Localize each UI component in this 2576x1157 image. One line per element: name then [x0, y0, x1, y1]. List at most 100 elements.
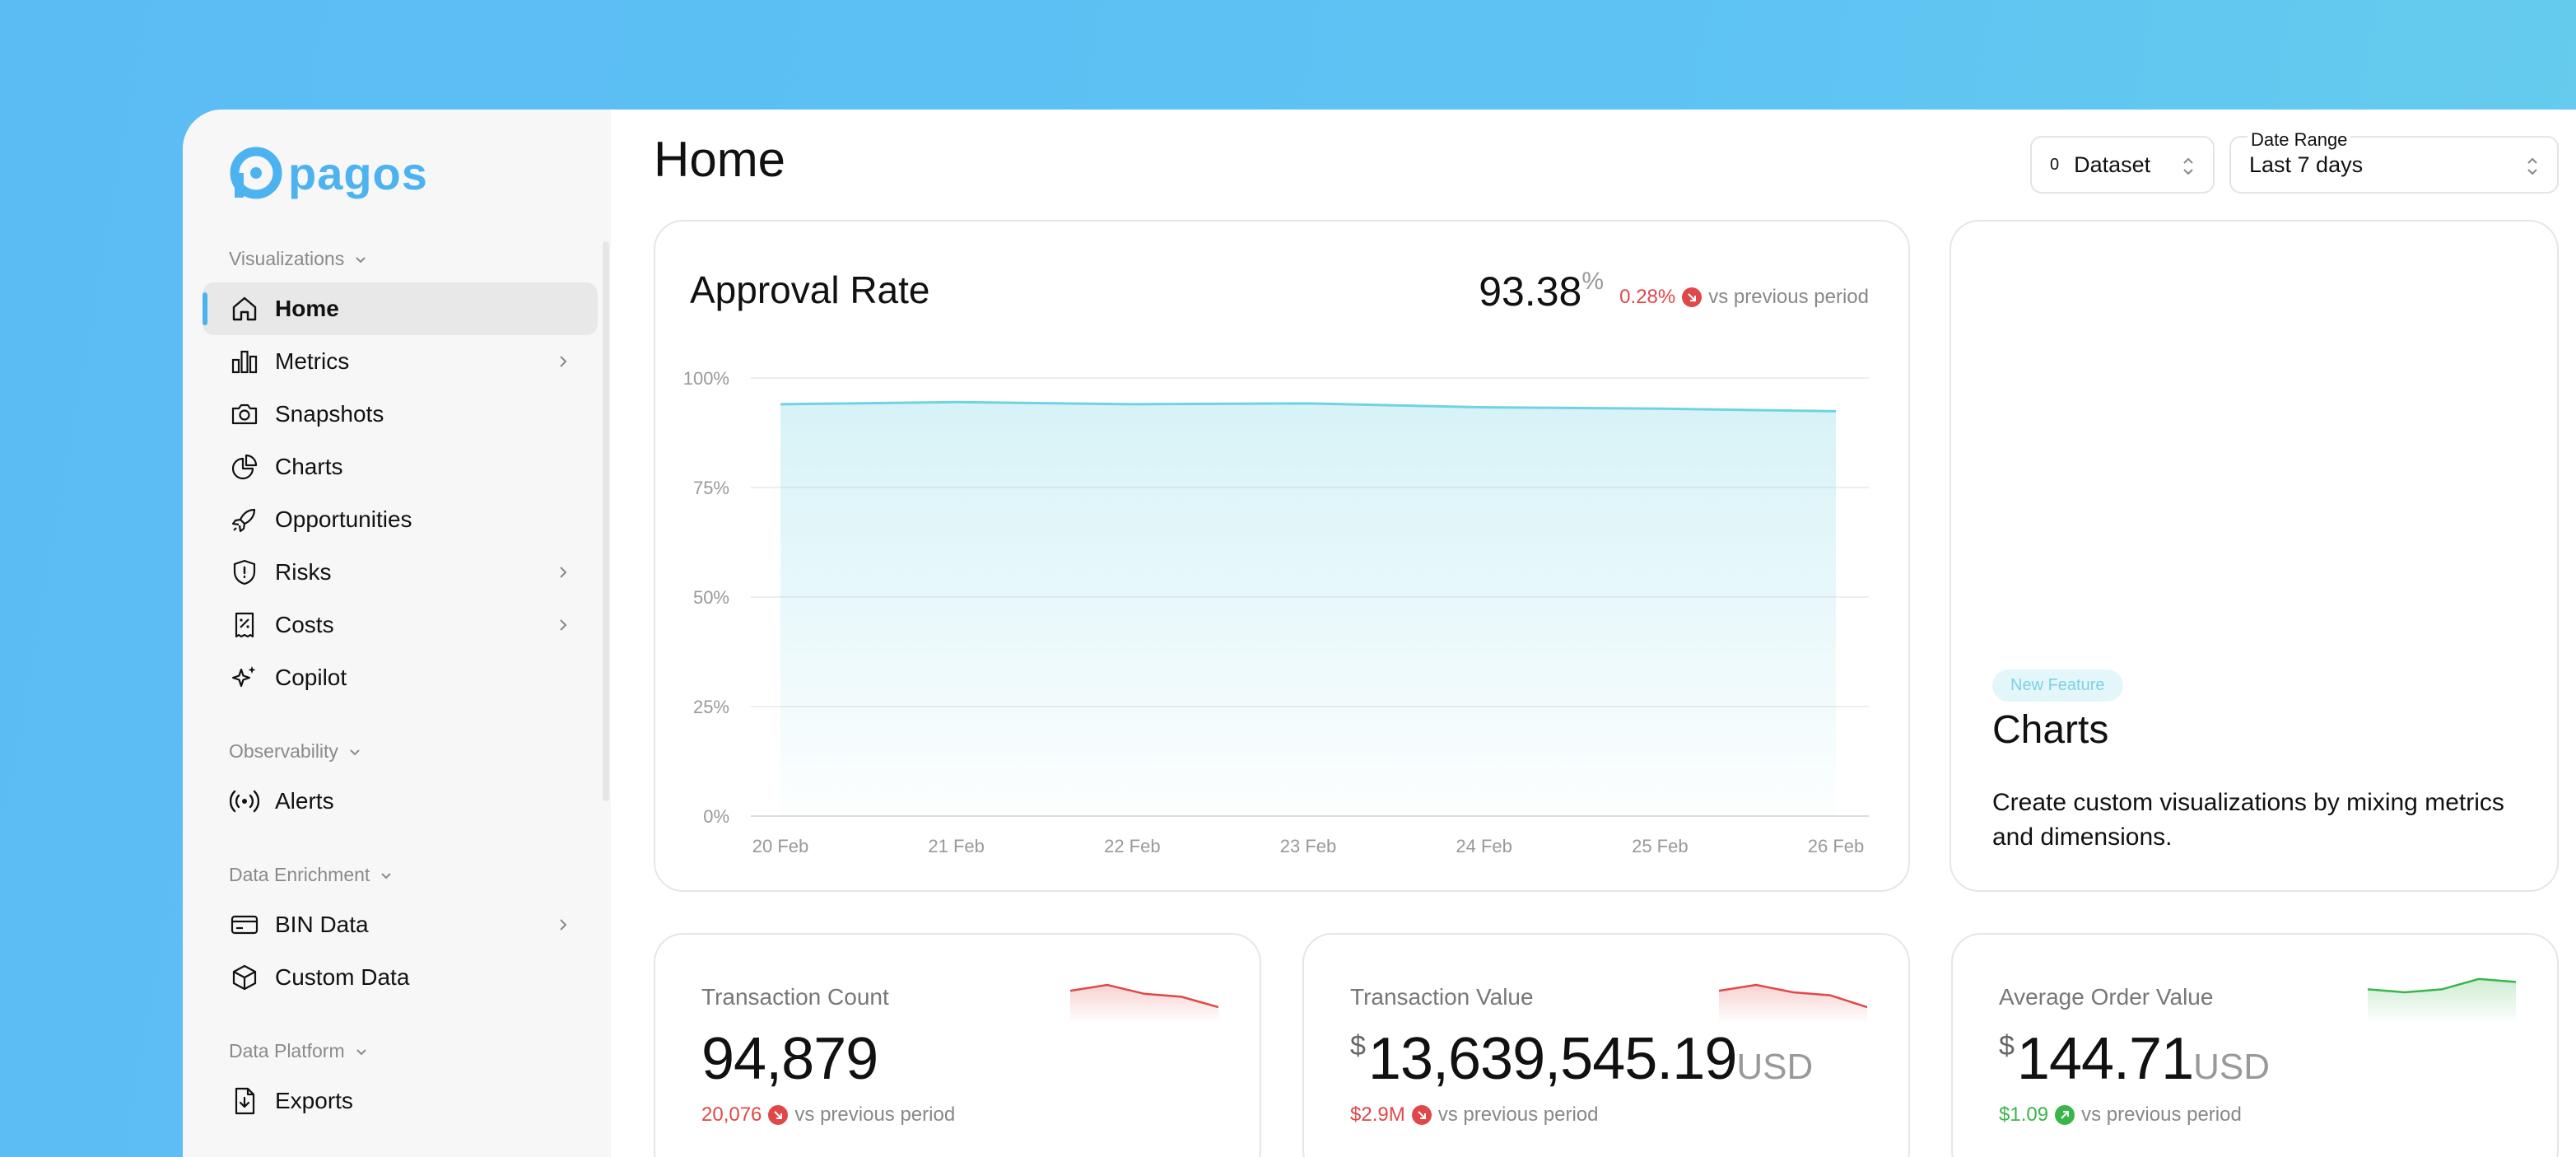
logo-text: pagos	[288, 147, 428, 199]
sidebar-item-metrics[interactable]: Metrics	[203, 335, 598, 388]
metric-label: Transaction Count	[701, 984, 889, 1010]
metric-delta: $2.9M vs previous period	[1350, 1103, 1598, 1127]
chevron-up-down-icon	[2183, 157, 2193, 175]
home-icon	[229, 293, 260, 324]
section-observability[interactable]: Observability	[229, 740, 363, 763]
logo[interactable]: pagos	[229, 146, 428, 200]
sidebar-item-costs[interactable]: Costs	[203, 599, 598, 651]
feature-description: Create custom visualizations by mixing m…	[1992, 789, 2504, 851]
sidebar-item-alerts[interactable]: Alerts	[203, 775, 598, 828]
metric-unit: USD	[2193, 1047, 2271, 1087]
pie-chart-icon	[229, 451, 260, 483]
metric-card-transaction-value[interactable]: Transaction Value $13,639,545.19USD $2.9…	[1302, 933, 1910, 1157]
sparkline	[1070, 983, 1218, 1024]
camera-icon	[229, 399, 260, 430]
sparkline-area	[1070, 985, 1218, 1024]
y-tick-label: 0%	[703, 806, 729, 827]
chevron-up-down-icon	[2527, 157, 2537, 175]
feature-card[interactable]: New Feature Charts Create custom visuali…	[1949, 220, 2559, 892]
metric-unit: USD	[1736, 1047, 1814, 1087]
broadcast-icon	[229, 786, 260, 817]
sidebar-scrollbar[interactable]	[603, 241, 609, 801]
sidebar-item-label: Alerts	[275, 788, 334, 814]
date-range-select[interactable]: Date Range Last 7 days	[2229, 129, 2559, 194]
delta-suffix: vs previous period	[2081, 1103, 2242, 1126]
y-tick-label: 100%	[683, 368, 729, 389]
sparkles-icon	[229, 662, 260, 693]
sparkline	[2368, 977, 2516, 1024]
sidebar-item-label: Opportunities	[275, 506, 412, 532]
sidebar-item-label: Metrics	[275, 348, 350, 374]
trend-down-icon	[768, 1105, 789, 1125]
chevron-down-icon	[381, 872, 392, 879]
x-tick-label: 22 Feb	[1104, 836, 1161, 856]
y-tick-label: 50%	[693, 587, 729, 608]
series-area	[780, 402, 1836, 816]
sparkline	[1719, 983, 1867, 1024]
delta-suffix: vs previous period	[1437, 1103, 1599, 1126]
metric-label: Transaction Value	[1350, 984, 1534, 1010]
section-visualizations[interactable]: Visualizations	[229, 248, 369, 270]
sidebar-item-custom-data[interactable]: Custom Data	[203, 951, 598, 1004]
sparkline-area	[2368, 978, 2516, 1024]
sidebar-item-label: Snapshots	[275, 401, 384, 427]
shield-icon	[229, 557, 260, 588]
chevron-down-icon	[356, 256, 366, 263]
x-tick-label: 20 Feb	[752, 836, 809, 856]
credit-card-icon	[229, 909, 260, 940]
section-title: Data Enrichment	[229, 864, 370, 885]
page-title: Home	[654, 132, 786, 187]
sidebar-item-copilot[interactable]: Copilot	[203, 651, 598, 704]
dataset-label: Dataset	[2074, 152, 2151, 177]
sidebar-item-opportunities[interactable]: Opportunities	[203, 493, 598, 546]
section-title: Visualizations	[229, 248, 345, 269]
metric-delta: $1.09 vs previous period	[1999, 1103, 2242, 1127]
bar-chart-icon	[229, 346, 260, 377]
metric-card-average-order-value[interactable]: Average Order Value $144.71USD $1.09 vs …	[1951, 933, 2559, 1157]
metric-number: 13,639,545.19	[1367, 1026, 1737, 1092]
chevron-down-icon	[350, 749, 360, 755]
sidebar-item-label: Charts	[275, 454, 343, 479]
sidebar-item-label: BIN Data	[275, 912, 369, 937]
box-icon	[229, 962, 260, 993]
section-title: Data Platform	[229, 1040, 345, 1061]
sidebar-item-snapshots[interactable]: Snapshots	[203, 388, 598, 441]
delta-value: $1.09	[1999, 1103, 2049, 1126]
receipt-icon	[229, 609, 260, 641]
metric-currency: $	[1350, 1030, 1366, 1061]
approval-rate-card[interactable]: Approval Rate 93.38% 0.28% vs previous p…	[654, 220, 1910, 892]
trend-up-icon	[2055, 1105, 2075, 1125]
section-data-enrichment[interactable]: Data Enrichment	[229, 864, 394, 886]
sidebar-item-label: Home	[275, 296, 339, 321]
sidebar-item-risks[interactable]: Risks	[203, 546, 598, 599]
metric-label: Average Order Value	[1999, 984, 2214, 1010]
delta-value: 20,076	[701, 1103, 762, 1126]
sparkline-area	[1719, 985, 1867, 1024]
x-tick-label: 25 Feb	[1632, 836, 1689, 856]
metric-card-transaction-count[interactable]: Transaction Count 94,879 20,076 vs previ…	[654, 933, 1261, 1157]
pagos-logo-icon	[230, 147, 282, 199]
section-data-platform[interactable]: Data Platform	[229, 1040, 370, 1062]
approval-rate-chart[interactable]: 0% 25% 50% 75% 100% 20 Feb 21 Feb 22 Feb 23 Feb 2…	[655, 222, 1908, 890]
section-title: Observability	[229, 740, 338, 762]
chevron-down-icon	[356, 1048, 366, 1055]
metric-number: 144.71	[2016, 1026, 2194, 1092]
x-tick-label: 26 Feb	[1808, 836, 1865, 856]
sidebar-item-home[interactable]: Home	[203, 282, 598, 335]
rocket-icon	[229, 504, 260, 535]
metric-value: 94,879	[701, 1025, 878, 1093]
dataset-select[interactable]: 0 Dataset	[2030, 136, 2215, 194]
delta-value: $2.9M	[1350, 1103, 1405, 1126]
sidebar-item-charts[interactable]: Charts	[203, 441, 598, 493]
x-tick-label: 21 Feb	[928, 836, 985, 856]
sidebar-item-label: Risks	[275, 559, 332, 585]
sidebar-item-bin-data[interactable]: BIN Data	[203, 898, 598, 951]
dataset-count: 0	[2050, 155, 2060, 174]
sidebar: pagos Visualizations Home Metrics Snapsh…	[183, 110, 611, 1157]
metric-currency: $	[1999, 1030, 2015, 1061]
new-feature-badge: New Feature	[1992, 669, 2123, 702]
metric-value: $144.71USD	[1999, 1025, 2270, 1093]
sidebar-item-label: Costs	[275, 612, 334, 637]
sidebar-item-exports[interactable]: Exports	[203, 1075, 598, 1127]
x-tick-label: 24 Feb	[1456, 836, 1512, 856]
